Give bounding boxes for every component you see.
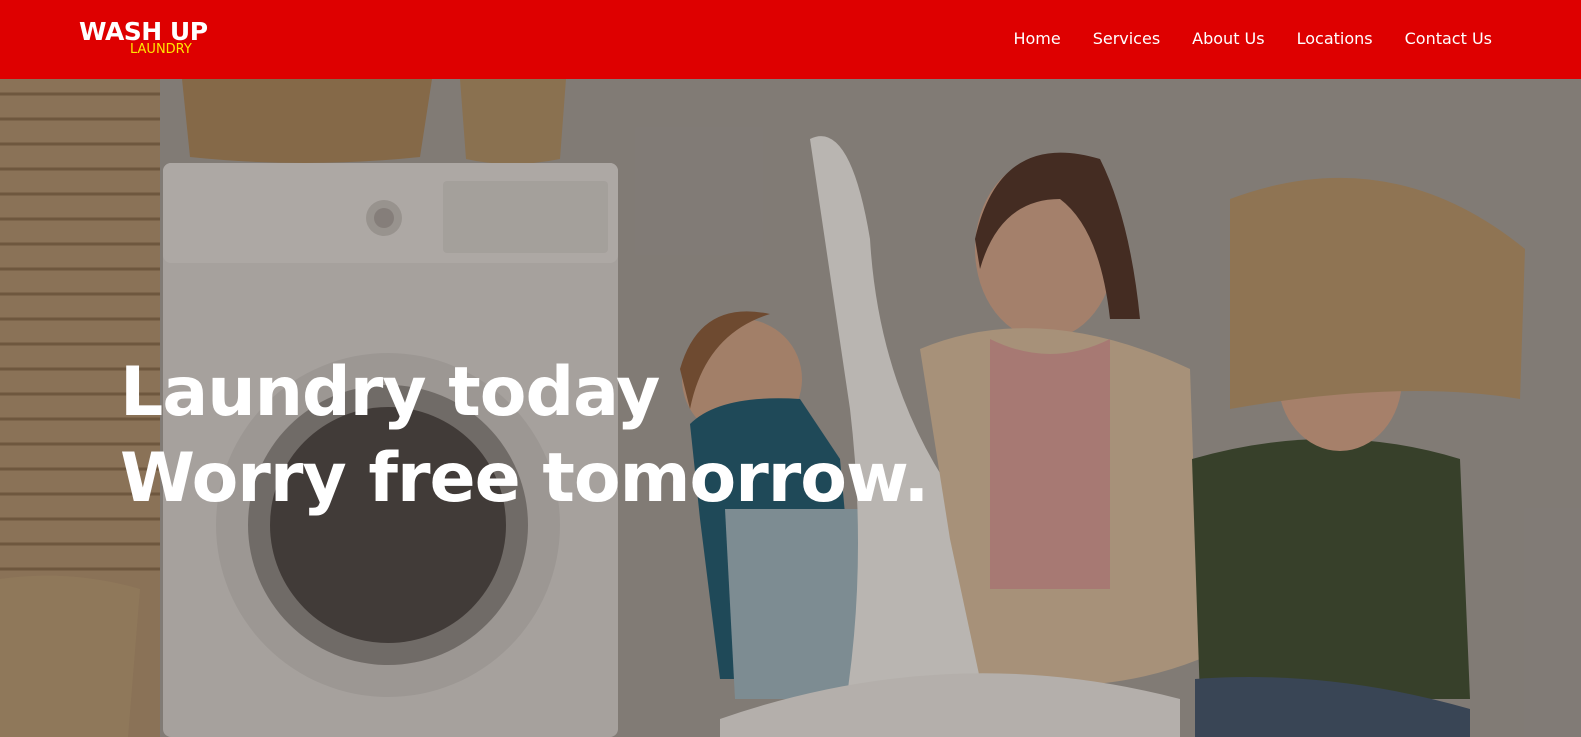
brand-logo[interactable]: WASH UP LAUNDRY	[79, 17, 209, 61]
nav-link-about-us[interactable]: About Us	[1192, 27, 1264, 51]
hero-headline-line-2: Worry free tomorrow.	[120, 439, 929, 518]
nav-link-services[interactable]: Services	[1093, 27, 1160, 51]
hero-headline-line-1: Laundry today	[120, 353, 660, 432]
logo-tagline: LAUNDRY	[130, 42, 192, 57]
nav-link-home[interactable]: Home	[1013, 27, 1060, 51]
nav-link-locations[interactable]: Locations	[1297, 27, 1373, 51]
hero-headline: Laundry today Worry free tomorrow.	[120, 350, 929, 522]
top-navbar: WASH UP LAUNDRY Home Services About Us L…	[0, 0, 1581, 79]
main-nav: Home Services About Us Locations Contact…	[1013, 27, 1492, 51]
nav-link-contact-us[interactable]: Contact Us	[1405, 27, 1492, 51]
hero-section: Laundry today Worry free tomorrow.	[0, 79, 1581, 737]
